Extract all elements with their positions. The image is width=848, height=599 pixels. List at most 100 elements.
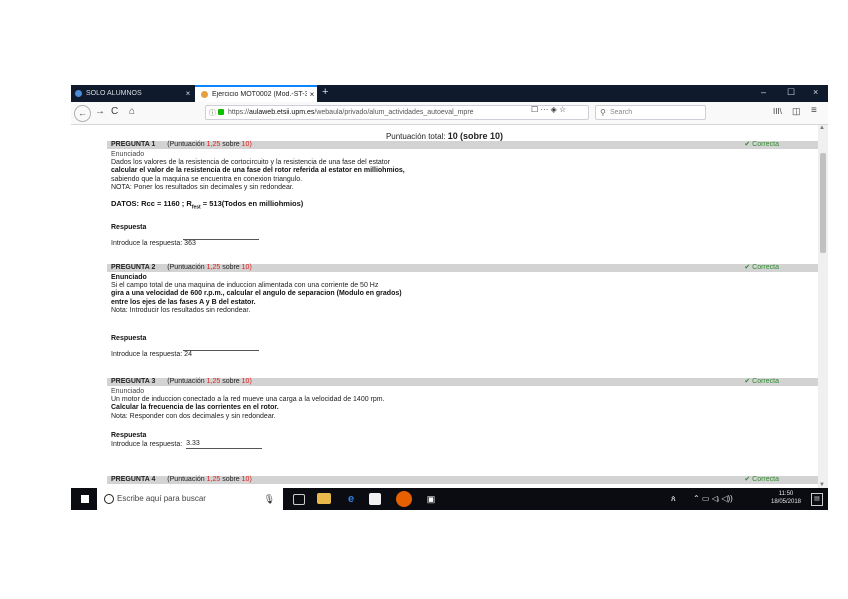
statement-line: Nota: Introducir los resultados sin redo… — [111, 306, 251, 314]
url-prefix: https:// — [228, 109, 250, 116]
correct-badge: ✔ Correcta — [744, 476, 779, 483]
reload-button[interactable]: C — [111, 106, 118, 117]
statement-line: NOTA: Poner los resultados sin decimales… — [111, 183, 294, 191]
edge-icon[interactable]: e — [343, 491, 359, 507]
question-points: (Puntuación 1,25 sobre 10) — [167, 264, 252, 271]
notifications-icon[interactable]: ▤ — [811, 493, 823, 506]
lock-icon — [218, 109, 224, 115]
back-button[interactable]: ← — [74, 105, 91, 122]
respuesta-label: Respuesta — [111, 431, 147, 439]
globe-icon — [75, 90, 82, 97]
total-label: Puntuación total: — [385, 132, 446, 141]
answer-row: Introduce la respuesta: 24 — [111, 351, 771, 359]
correct-badge: ✔ Correcta — [744, 141, 779, 148]
taskbar: Escribe aquí para buscar 🎙 e ▣ ጰ ⌃ ▭ ◁ᵢ … — [71, 488, 828, 510]
answer-input[interactable]: 3.33 — [186, 440, 263, 450]
statement-line: Nota: Responder con dos decimales y sin … — [111, 412, 276, 420]
new-tab-button[interactable]: + — [322, 86, 328, 98]
total-score: Puntuación total: 10 (sobre 10) — [71, 131, 818, 141]
tab-title: Ejercicio MOT0002 (Mod.-ST-3780) — [212, 91, 307, 98]
library-icon[interactable]: III\ — [773, 107, 782, 116]
statement-line: Dados los valores de la resistencia de c… — [111, 159, 390, 167]
statement-line: Si el campo total de una maquina de indu… — [111, 282, 379, 290]
search-placeholder: Search — [610, 109, 633, 116]
answer-input[interactable]: 363 — [184, 240, 196, 247]
question-body: Enunciado Dados los valores de la resist… — [111, 151, 771, 248]
microphone-icon[interactable]: 🎙 — [264, 488, 275, 510]
statement-line: gira a una velocidad de 600 r.p.m., calc… — [111, 290, 402, 298]
close-icon[interactable]: × — [183, 89, 193, 98]
respuesta-label: Respuesta — [111, 335, 147, 343]
tab-strip: SÓLO ALUMNOS × Ejercicio MOT0002 (Mod.-S… — [71, 85, 828, 102]
people-icon[interactable]: ጰ — [671, 494, 676, 504]
app-icon[interactable]: ▣ — [423, 491, 439, 507]
enunciado-label: Enunciado — [111, 151, 145, 158]
question-points: (Puntuación 1,25 sobre 10) — [167, 378, 252, 385]
statement-line: Calcular la frecuencia de las corrientes… — [111, 404, 279, 412]
answer-row: Introduce la respuesta: 3.33 — [111, 440, 771, 450]
close-window-button[interactable]: × — [813, 87, 818, 97]
answer-prompt: Introduce la respuesta: — [111, 441, 183, 449]
clock-date: 18/05/2018 — [770, 499, 802, 505]
home-button[interactable]: ⌂ — [129, 106, 135, 117]
system-tray[interactable]: ⌃ ▭ ◁ᵢ ◁)) — [693, 494, 733, 503]
question-points: (Puntuación 1,25 sobre 10) — [167, 476, 252, 483]
answer-underline — [183, 343, 259, 352]
taskbar-search[interactable]: Escribe aquí para buscar 🎙 — [97, 488, 283, 510]
question-header: PREGUNTA 1 (Puntuación 1,25 sobre 10) ✔ … — [107, 141, 818, 149]
clock[interactable]: 11:50 18/05/2018 — [766, 490, 806, 506]
task-view-icon[interactable] — [293, 494, 305, 505]
answer-row: Introduce la respuesta: 363 — [111, 240, 771, 248]
cortana-icon — [104, 494, 114, 504]
page-icon — [201, 91, 208, 98]
search-box[interactable]: ⚲ Search — [595, 105, 706, 120]
respuesta-label: Respuesta — [111, 223, 147, 231]
answer-prompt: Introduce la respuesta: — [111, 351, 183, 359]
url-host: aulaweb.etsii.upm.es — [249, 109, 315, 116]
question-label: PREGUNTA 3 — [111, 378, 156, 385]
answer-row — [111, 232, 771, 241]
minimize-button[interactable]: – — [761, 87, 766, 97]
enunciado-label: Enunciado — [111, 274, 147, 281]
question-body: Enunciado Si el campo total de una maqui… — [111, 274, 771, 360]
windows-start-icon[interactable] — [81, 495, 89, 503]
question-header: PREGUNTA 3 (Puntuación 1,25 sobre 10) ✔ … — [107, 378, 818, 386]
question-body: Enunciado Un motor de induccion conectad… — [111, 388, 771, 450]
close-icon[interactable]: × — [307, 90, 317, 99]
firefox-icon[interactable] — [396, 491, 412, 507]
maximize-button[interactable]: ☐ — [787, 87, 795, 98]
menu-icon[interactable]: ≡ — [811, 105, 817, 116]
answer-underline — [183, 232, 259, 241]
question-label: PREGUNTA 1 — [111, 141, 156, 148]
sidebar-icon[interactable]: ◫ — [792, 106, 801, 117]
datos-line: DATOS: Rcc = 1160 ; Rfest = 513(Todos en… — [111, 199, 304, 211]
tab-ejercicio[interactable]: Ejercicio MOT0002 (Mod.-ST-3780) × — [195, 85, 317, 102]
search-icon: ⚲ — [600, 108, 606, 117]
statement-line: sabiendo que la maquina se encuentra en … — [111, 175, 303, 183]
answer-input[interactable]: 24 — [184, 351, 192, 358]
question-points: (Puntuación 1,25 sobre 10) — [167, 141, 252, 148]
total-of: (sobre 10) — [460, 131, 504, 141]
store-icon[interactable] — [369, 493, 381, 505]
url-path: /webaula/privado/alum_actividades_autoev… — [314, 109, 474, 116]
clock-time: 11:50 — [778, 491, 794, 497]
scrollbar-thumb[interactable] — [820, 153, 826, 253]
statement-line: entre los ejes de las fases A y B del es… — [111, 298, 256, 306]
vertical-scrollbar[interactable]: ▲ ▼ — [818, 125, 828, 488]
tab-title: SÓLO ALUMNOS — [86, 90, 142, 97]
tab-solo-alumnos[interactable]: SÓLO ALUMNOS × — [71, 85, 193, 102]
forward-button[interactable]: → — [95, 106, 105, 117]
page-content: Puntuación total: 10 (sobre 10) PREGUNTA… — [71, 125, 818, 488]
correct-badge: ✔ Correcta — [744, 264, 779, 271]
page-actions[interactable]: ☐ ··· ◈ ☆ — [531, 105, 566, 114]
file-explorer-icon[interactable] — [317, 493, 331, 504]
question-label: PREGUNTA 4 — [111, 476, 156, 483]
answer-prompt: Introduce la respuesta: — [111, 240, 183, 248]
scroll-up-icon[interactable]: ▲ — [819, 125, 825, 131]
taskbar-search-placeholder: Escribe aquí para buscar — [117, 494, 206, 503]
statement-line: calcular el valor de la resistencia de u… — [111, 167, 405, 175]
question-header: PREGUNTA 2 (Puntuación 1,25 sobre 10) ✔ … — [107, 264, 818, 272]
correct-badge: ✔ Correcta — [744, 378, 779, 385]
screenshot-window: SÓLO ALUMNOS × Ejercicio MOT0002 (Mod.-S… — [71, 85, 828, 510]
info-icon[interactable]: ⓘ — [209, 107, 216, 119]
